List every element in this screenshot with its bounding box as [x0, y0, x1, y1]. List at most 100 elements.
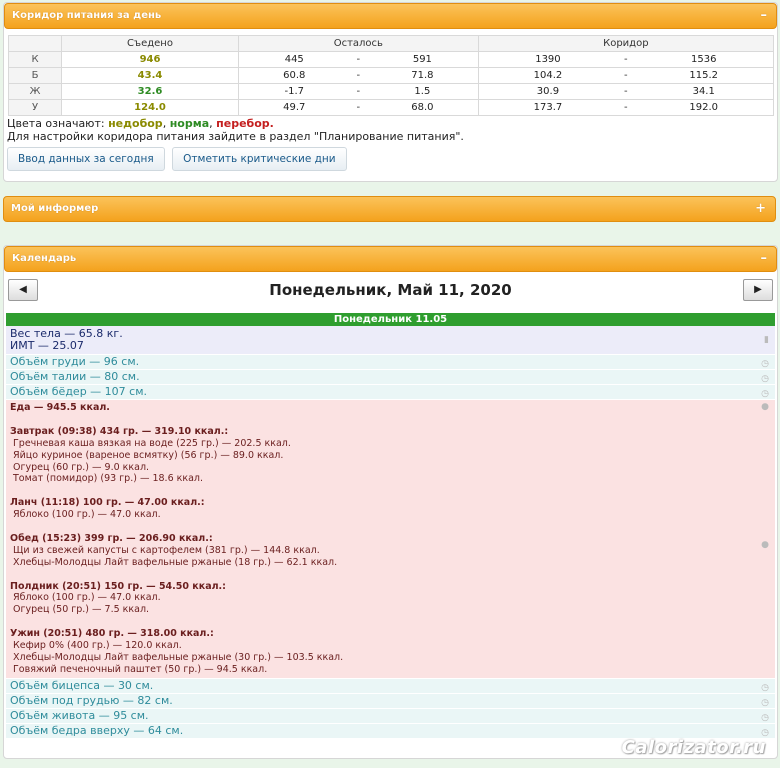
meal-header: Обед (15:23) 399 гр. — 206.90 ккал.: — [10, 532, 213, 544]
meal-header: Ужин (20:51) 480 гр. — 318.00 ккал.: — [10, 628, 214, 640]
food-item: Гречневая каша вязкая на воде (225 гр.) … — [13, 437, 291, 449]
measurement-text: Объём груди — 96 см. — [10, 355, 140, 368]
scale-icon: ▮ — [764, 335, 769, 345]
measurement-entry[interactable]: Объём бёдер — 107 см. ◷ — [6, 385, 775, 400]
row-label: Ж — [8, 83, 62, 100]
left-from: 445 — [238, 51, 350, 68]
calendar-panel: Календарь – Понедельник, Май 11, 2020 ◀ … — [3, 245, 778, 759]
corridor-header[interactable]: Коридор питания за день – — [4, 3, 777, 29]
food-item: Яблоко (100 гр.) — 47.0 ккал. — [13, 509, 161, 521]
food-item: Томат (помидор) (93 гр.) — 18.6 ккал. — [13, 473, 204, 485]
measurement-text: Объём под грудью — 82 см. — [10, 693, 173, 707]
col-corridor: Коридор — [477, 35, 775, 52]
calendar-header[interactable]: Календарь – — [4, 246, 777, 272]
food-item: Хлебцы-Молодцы Лайт вафельные ржаные (30… — [13, 651, 344, 663]
dash: - — [349, 99, 368, 116]
measurement-text: Объём бедра вверху — 64 см. — [10, 723, 184, 737]
corridor-table: Съедено Осталось Коридор К 946 445-591 1390… — [8, 35, 775, 116]
measurement-text: Объём талии — 80 см. — [10, 370, 140, 383]
tape-icon: ◷ — [761, 359, 769, 369]
food-item: Кефир 0% (400 гр.) — 120.0 ккал. — [13, 640, 182, 652]
food-item: Яйцо куриное (вареное всмятку) (56 гр.) … — [13, 449, 284, 461]
tape-icon: ◷ — [761, 389, 769, 399]
legend-under: недобор — [108, 117, 163, 130]
food-item: Говяжий печеночный паштет (50 гр.) — 94.… — [13, 663, 268, 675]
measurement-text: Объём бицепса — 30 см. — [10, 678, 154, 692]
corridor-from: 104.2 — [477, 67, 618, 84]
left-to: 591 — [367, 51, 479, 68]
apple-icon: ● — [761, 402, 769, 412]
day-bar[interactable]: Понедельник 11.05 — [6, 313, 775, 326]
corridor-from: 1390 — [477, 51, 618, 68]
corridor-to: 34.1 — [634, 83, 775, 100]
meal-header: Полдник (20:51) 150 гр. — 54.50 ккал.: — [10, 580, 226, 592]
corridor-panel: Коридор питания за день – Съедено Остало… — [3, 2, 778, 182]
row-label: К — [8, 51, 62, 68]
row-label: Б — [8, 67, 62, 84]
corridor-title: Коридор питания за день — [12, 10, 162, 21]
corridor-from: 30.9 — [477, 83, 618, 100]
meal-header: Ланч (11:18) 100 гр. — 47.00 ккал.: — [10, 497, 205, 509]
legend-over: перебор. — [216, 117, 274, 130]
food-item: Яблоко (100 гр.) — 47.0 ккал. — [13, 592, 161, 604]
watermark-logo: Calorizator.ru — [621, 737, 766, 758]
corridor-to: 1536 — [634, 51, 775, 68]
left-to: 1.5 — [367, 83, 479, 100]
food-entry[interactable]: ● Еда — 945.5 ккал. Завтрак (09:38) 434 г… — [6, 400, 775, 679]
apple-icon: ● — [761, 540, 769, 550]
measurement-entry[interactable]: Объём талии — 80 см. ◷ — [6, 370, 775, 385]
food-item: Щи из свежей капусты с картофелем (381 г… — [13, 544, 320, 556]
corridor-to: 115.2 — [634, 67, 775, 84]
collapse-icon[interactable]: – — [761, 247, 768, 271]
informer-panel: Мой информер + — [3, 196, 776, 224]
dash: - — [349, 83, 368, 100]
mark-critical-days-button[interactable]: Отметить критические дни — [172, 147, 347, 171]
meal-header: Еда — 945.5 ккал. — [10, 402, 110, 413]
calendar-title: Календарь — [12, 253, 77, 264]
corridor-to: 192.0 — [634, 99, 775, 116]
left-to: 71.8 — [367, 67, 479, 84]
measurement-entry[interactable]: Объём под грудью — 82 см. ◷ — [6, 693, 775, 709]
dash: - — [349, 51, 368, 68]
left-from: 49.7 — [238, 99, 350, 116]
left-from: -1.7 — [238, 83, 350, 100]
tape-icon: ◷ — [761, 682, 769, 693]
informer-header[interactable]: Мой информер + — [3, 196, 776, 222]
tape-icon: ◷ — [761, 697, 769, 708]
food-item: Огурец (50 гр.) — 7.5 ккал. — [13, 604, 150, 616]
left-from: 60.8 — [238, 67, 350, 84]
meal-header: Завтрак (09:38) 434 гр. — 319.10 ккал.: — [10, 425, 229, 437]
legend-norm: норма — [169, 117, 210, 130]
eaten-value: 43.4 — [61, 67, 239, 84]
calendar-date: Понедельник, Май 11, 2020 — [269, 281, 512, 299]
weight-entry[interactable]: Вес тела — 65.8 кг. ИМТ — 25.07 ▮ — [6, 326, 775, 355]
informer-title: Мой информер — [11, 203, 99, 214]
measurement-entry[interactable]: Объём бицепса — 30 см. ◷ — [6, 678, 775, 694]
corridor-row: К 946 445-591 1390-1536 — [8, 51, 775, 68]
dash: - — [617, 83, 635, 100]
expand-icon[interactable]: + — [755, 197, 766, 221]
row-label: У — [8, 99, 62, 116]
weight-text: Вес тела — 65.8 кг. — [10, 327, 123, 340]
col-left: Осталось — [238, 35, 479, 52]
measurement-text: Объём живота — 95 см. — [10, 708, 149, 722]
input-today-button[interactable]: Ввод данных за сегодня — [7, 147, 165, 171]
corridor-from: 173.7 — [477, 99, 618, 116]
prev-day-button[interactable]: ◀ — [8, 279, 38, 301]
dash: - — [617, 51, 635, 68]
eaten-value: 124.0 — [61, 99, 239, 116]
corridor-row: Б 43.4 60.8-71.8 104.2-115.2 — [8, 67, 775, 84]
col-eaten: Съедено — [61, 35, 239, 52]
corridor-row: Ж 32.6 -1.7-1.5 30.9-34.1 — [8, 83, 775, 100]
left-to: 68.0 — [367, 99, 479, 116]
tape-icon: ◷ — [761, 374, 769, 384]
measurement-entry[interactable]: Объём груди — 96 см. ◷ — [6, 355, 775, 370]
dash: - — [349, 67, 368, 84]
eaten-value: 32.6 — [61, 83, 239, 100]
measurement-entry[interactable]: Объём живота — 95 см. ◷ — [6, 708, 775, 724]
collapse-icon[interactable]: – — [761, 4, 768, 28]
next-day-button[interactable]: ▶ — [743, 279, 773, 301]
